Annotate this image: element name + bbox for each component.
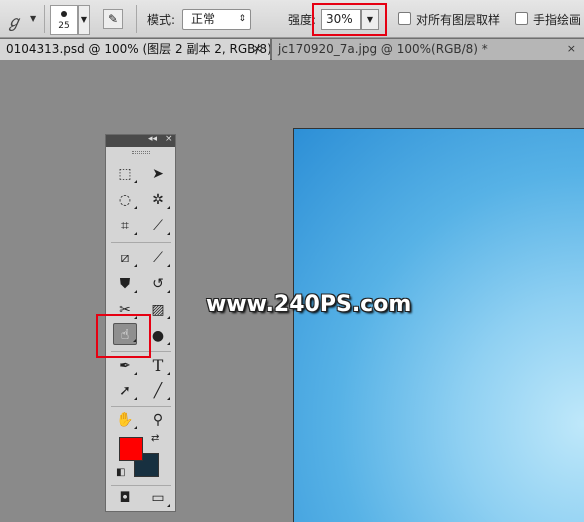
- toggle-brush-panel-button[interactable]: ✎: [103, 9, 123, 29]
- divider: [111, 406, 171, 407]
- hand-icon: ✋: [116, 412, 134, 428]
- divider: [44, 5, 45, 33]
- watermark: www.240PS.com: [206, 292, 412, 317]
- magic-wand-tool[interactable]: ✲: [146, 189, 170, 211]
- move-icon: ➤: [152, 166, 164, 182]
- brush-size: 25: [58, 21, 70, 31]
- tab-label: jc170920_7a.jpg @ 100%(RGB/8) *: [278, 42, 488, 56]
- line-tool[interactable]: ╱: [146, 380, 170, 402]
- zoom-tool[interactable]: ⚲: [146, 409, 170, 431]
- brush-tip-icon: [61, 11, 67, 17]
- finger-painting-checkbox[interactable]: [515, 12, 528, 25]
- quick-mask-button[interactable]: ◘: [113, 487, 137, 509]
- mode-label: 模式:: [147, 13, 176, 27]
- smudge-tool-highlight-box: [96, 314, 151, 358]
- marquee-icon: ⬚: [118, 166, 132, 182]
- history-brush-tool[interactable]: ↺: [146, 273, 170, 295]
- type-tool[interactable]: T: [146, 355, 170, 377]
- path-selection-tool[interactable]: ➚: [113, 380, 137, 402]
- bandage-icon: ⧄: [120, 250, 130, 266]
- sample-all-layers-label: 对所有图层取样: [416, 13, 501, 27]
- close-icon[interactable]: ×: [567, 39, 576, 59]
- chevron-down-icon: ▼: [80, 15, 88, 24]
- screen-mode-icon: ▭: [151, 490, 165, 506]
- document-tabs: 0104313.psd @ 100% (图层 2 副本 2, RGB/8) * …: [0, 38, 584, 60]
- gradient-icon: ▨: [151, 302, 165, 318]
- magnifier-icon: ⚲: [152, 412, 164, 428]
- divider: [136, 5, 137, 33]
- lasso-icon: ◌: [118, 192, 132, 208]
- close-icon[interactable]: ×: [253, 39, 262, 59]
- tab-document-2[interactable]: jc170920_7a.jpg @ 100%(RGB/8) * ×: [272, 39, 584, 60]
- panel-grip[interactable]: [132, 151, 150, 154]
- tab-label: 0104313.psd @ 100% (图层 2 副本 2, RGB/8) *: [6, 42, 270, 56]
- type-icon: T: [152, 356, 164, 375]
- marquee-tool[interactable]: ⬚: [113, 163, 137, 185]
- hand-tool[interactable]: ✋: [113, 409, 137, 431]
- crop-tool[interactable]: ⌗: [113, 215, 137, 237]
- updown-icon: ⇕: [238, 14, 246, 24]
- dodge-icon: ●: [151, 328, 165, 344]
- default-colors-icon[interactable]: ◧: [116, 467, 125, 478]
- divider: [111, 485, 171, 486]
- eyedropper-icon: ⟋: [153, 218, 163, 234]
- tools-panel-header[interactable]: ◂◂ ×: [106, 134, 175, 147]
- history-brush-icon: ↺: [152, 276, 164, 292]
- divider: [111, 242, 171, 243]
- quick-mask-icon: ◘: [119, 490, 131, 506]
- clone-stamp-tool[interactable]: ⛊: [113, 273, 137, 295]
- screen-mode-button[interactable]: ▭: [146, 487, 170, 509]
- smudge-icon: ℊ: [6, 12, 23, 31]
- brush-tool[interactable]: ⟋: [146, 247, 170, 269]
- chevron-down-icon: ▼: [30, 14, 37, 23]
- line-icon: ╱: [153, 383, 163, 399]
- arrow-icon: ➚: [119, 383, 131, 399]
- sample-all-layers-checkbox[interactable]: [398, 12, 411, 25]
- brush-panel-icon: ✎: [107, 12, 119, 26]
- close-icon[interactable]: ×: [165, 134, 173, 144]
- brush-preset-dropdown[interactable]: ▼: [78, 5, 90, 35]
- tab-document-1[interactable]: 0104313.psd @ 100% (图层 2 副本 2, RGB/8) * …: [0, 39, 270, 60]
- mode-value: 正常: [191, 12, 216, 26]
- mode-select[interactable]: 正常 ⇕: [182, 9, 251, 30]
- magic-wand-icon: ✲: [152, 192, 164, 208]
- eyedropper-tool[interactable]: ⟋: [146, 215, 170, 237]
- lasso-tool[interactable]: ◌: [113, 189, 137, 211]
- healing-brush-tool[interactable]: ⧄: [113, 247, 137, 269]
- pen-tool[interactable]: ✒: [113, 355, 137, 377]
- brush-preset-preview[interactable]: 25: [50, 5, 78, 35]
- strength-highlight-box: [312, 3, 387, 36]
- swap-colors-icon[interactable]: ⇄: [151, 433, 159, 444]
- options-bar: ℊ ▼ 25 ▼ ✎ 模式: 正常 ⇕ 强度: 30% ▼ 对所有图层取样 手指…: [0, 0, 584, 38]
- pen-icon: ✒: [119, 358, 131, 374]
- move-tool[interactable]: ➤: [146, 163, 170, 185]
- finger-painting-label: 手指绘画: [533, 13, 582, 27]
- brush-icon: ⟋: [153, 250, 163, 266]
- canvas-image[interactable]: [293, 128, 584, 522]
- foreground-color-swatch[interactable]: [119, 437, 143, 461]
- tool-preset-picker[interactable]: ℊ ▼: [2, 6, 42, 32]
- crop-icon: ⌗: [121, 218, 129, 234]
- stamp-icon: ⛊: [119, 276, 131, 292]
- collapse-icon[interactable]: ◂◂: [148, 134, 157, 144]
